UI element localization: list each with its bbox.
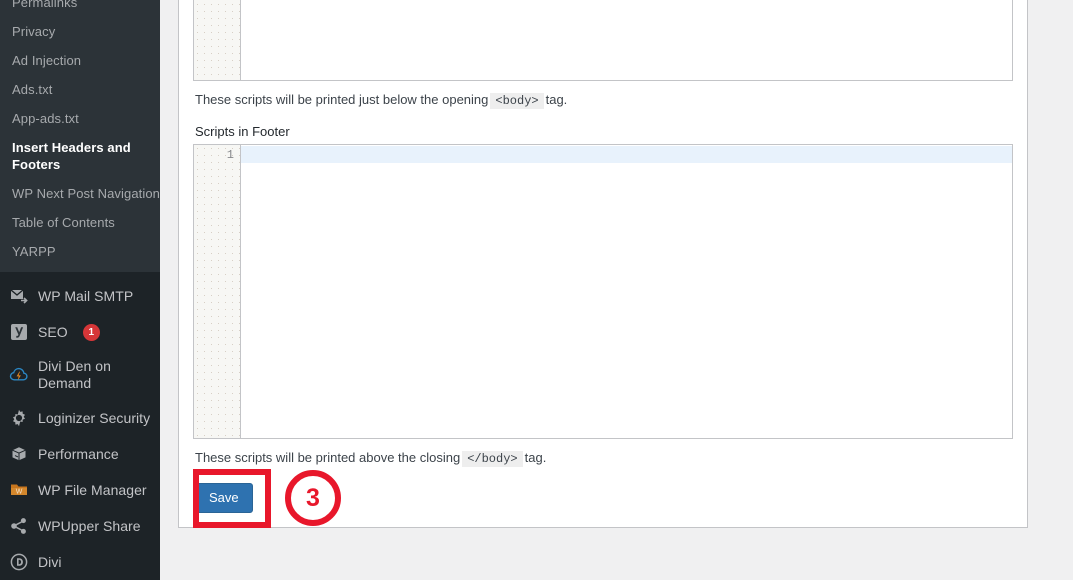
admin-sidebar: Permalinks Privacy Ad Injection Ads.txt …: [0, 0, 160, 580]
footer-hint-after: tag.: [524, 450, 547, 465]
sidebar-item-app-ads-txt[interactable]: App-ads.txt: [0, 104, 160, 133]
sidebar-item-ads-txt[interactable]: Ads.txt: [0, 75, 160, 104]
sidebar-item-privacy[interactable]: Privacy: [0, 17, 160, 46]
save-row: Save 3: [193, 468, 1013, 542]
settings-card-inner: These scripts will be printed just below…: [179, 0, 1027, 542]
yoast-seo-icon: [9, 322, 29, 342]
folder-w-icon: W: [9, 480, 29, 500]
cloud-bolt-icon: [9, 365, 29, 385]
sidebar-item-wp-file-manager[interactable]: W WP File Manager: [0, 472, 160, 508]
header-editor-gutter: [194, 0, 241, 80]
sidebar-item-label: Performance: [38, 445, 119, 462]
body-open-tag-code: <body>: [490, 93, 544, 109]
annotation-step-circle: 3: [285, 470, 341, 526]
svg-text:W: W: [15, 489, 22, 496]
sidebar-item-label: SEO: [38, 323, 68, 340]
scripts-in-footer-label: Scripts in Footer: [195, 124, 290, 139]
sidebar-item-divi-den-on-demand[interactable]: Divi Den on Demand: [0, 350, 160, 400]
sidebar-item-wpupper-share[interactable]: WPUpper Share: [0, 508, 160, 544]
save-button[interactable]: Save: [195, 483, 253, 513]
sidebar-item-ad-injection[interactable]: Ad Injection: [0, 46, 160, 75]
sidebar-item-seo[interactable]: SEO 1: [0, 314, 160, 350]
sidebar-item-divi[interactable]: Divi: [0, 544, 160, 580]
sidebar-item-label: Divi: [38, 553, 62, 570]
scripts-in-footer-editor[interactable]: 1: [193, 144, 1013, 439]
settings-submenu: Permalinks Privacy Ad Injection Ads.txt …: [0, 0, 160, 272]
sidebar-item-loginizer-security[interactable]: Loginizer Security: [0, 400, 160, 436]
sidebar-item-performance[interactable]: Performance: [0, 436, 160, 472]
plugin-menu-list: WP Mail SMTP SEO 1 Divi Den on Demand Lo…: [0, 272, 160, 580]
footer-hint-before: These scripts will be printed above the …: [195, 450, 461, 465]
sidebar-item-label: Loginizer Security: [38, 409, 151, 426]
body-close-tag-code: </body>: [462, 451, 523, 467]
footer-editor-line-number: 1: [226, 148, 234, 162]
sidebar-item-table-of-contents[interactable]: Table of Contents: [0, 208, 160, 237]
sidebar-item-label: WP Mail SMTP: [38, 287, 134, 304]
share-icon: [9, 516, 29, 536]
footer-editor-code-area[interactable]: [241, 145, 1012, 438]
scripts-in-header-editor[interactable]: [193, 0, 1013, 81]
sidebar-item-label: Divi Den on Demand: [38, 358, 111, 391]
header-hint-before: These scripts will be printed just below…: [195, 92, 489, 107]
main-content: These scripts will be printed just below…: [160, 0, 1073, 580]
header-editor-code-area[interactable]: [241, 0, 1012, 80]
sidebar-item-wp-next-post-navigation[interactable]: WP Next Post Navigation: [0, 179, 160, 208]
active-line-highlight: [241, 146, 1012, 163]
sidebar-item-label: WP File Manager: [38, 481, 147, 498]
screen-root: Permalinks Privacy Ad Injection Ads.txt …: [0, 0, 1073, 580]
header-scripts-hint: These scripts will be printed just below…: [193, 81, 1013, 110]
sidebar-item-yarpp[interactable]: YARPP: [0, 237, 160, 266]
gear-icon: [9, 408, 29, 428]
sidebar-item-label: WPUpper Share: [38, 517, 141, 534]
status-badge: 1: [82, 323, 100, 341]
divi-d-icon: [9, 552, 29, 572]
sidebar-item-wp-mail-smtp[interactable]: WP Mail SMTP: [0, 278, 160, 314]
sidebar-item-permalinks[interactable]: Permalinks: [0, 0, 160, 17]
settings-card: These scripts will be printed just below…: [178, 0, 1028, 528]
header-hint-after: tag.: [545, 92, 568, 107]
mail-forward-icon: [9, 286, 29, 306]
footer-editor-gutter: 1: [194, 145, 241, 438]
box-icon: [9, 444, 29, 464]
footer-scripts-hint: These scripts will be printed above the …: [193, 439, 1013, 468]
sidebar-item-insert-headers-and-footers[interactable]: Insert Headers and Footers: [0, 133, 160, 179]
